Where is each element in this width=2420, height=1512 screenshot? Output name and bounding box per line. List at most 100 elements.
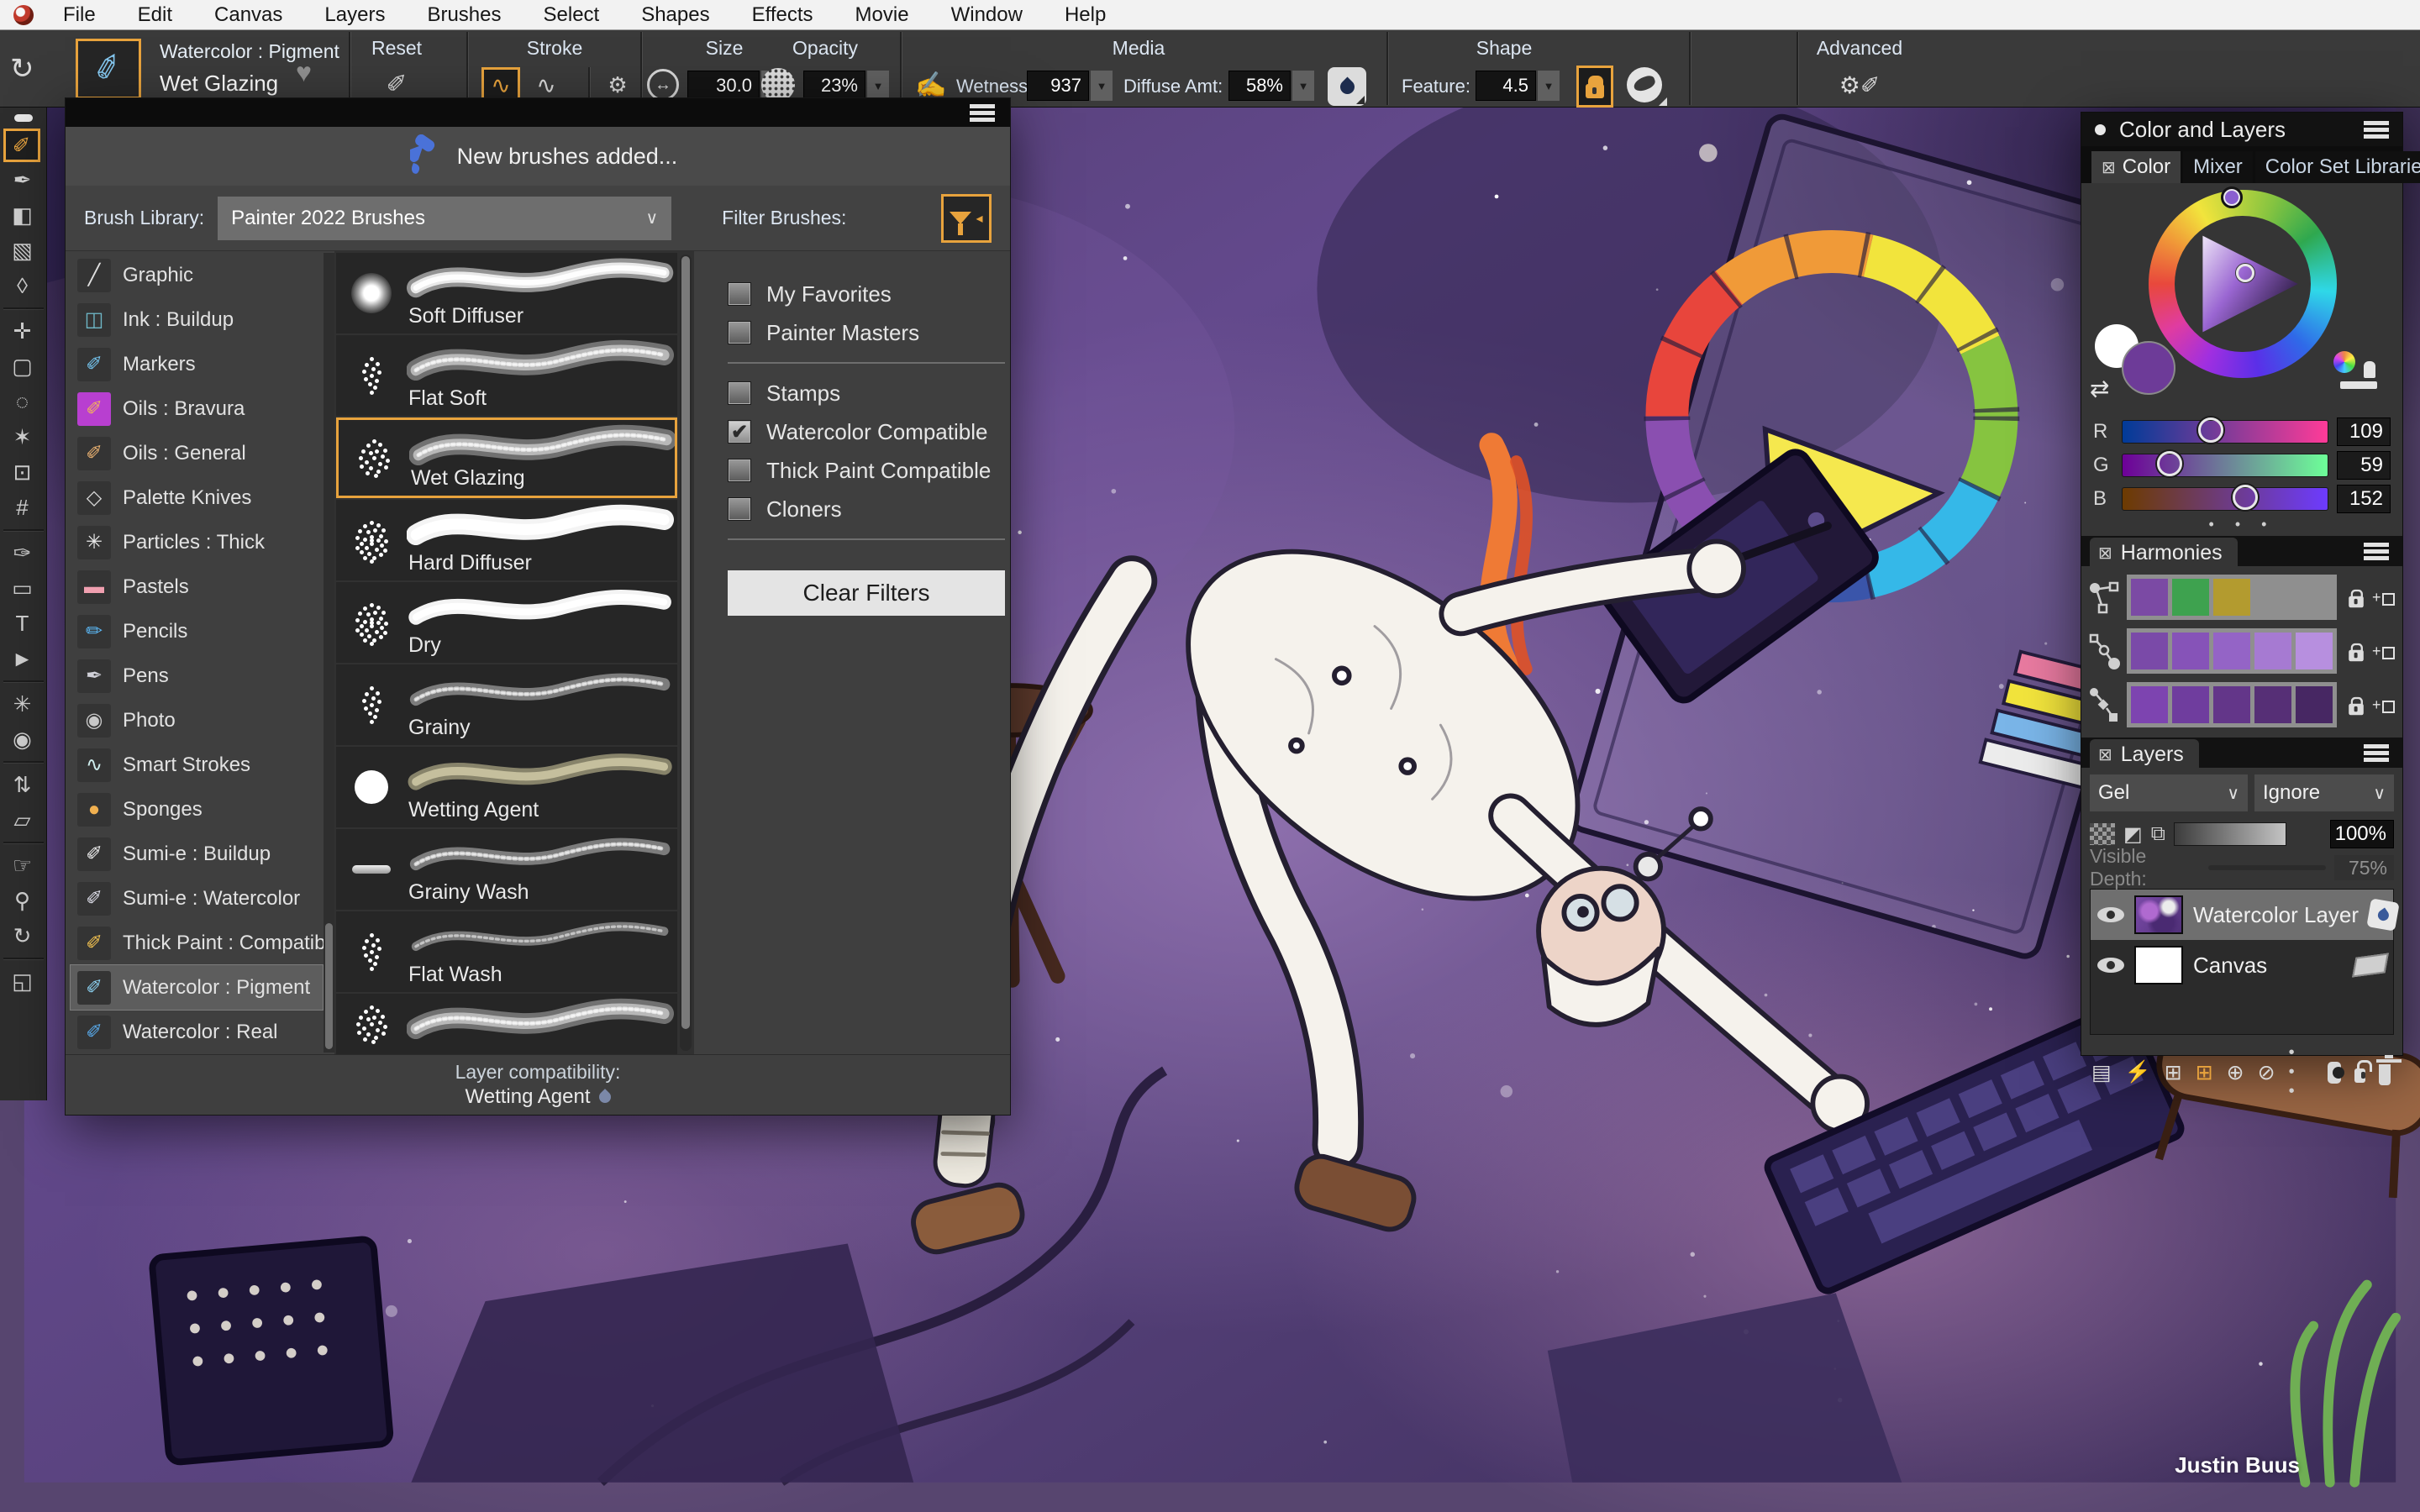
swatch[interactable] xyxy=(2131,579,2168,616)
tab-color[interactable]: ⊠Color xyxy=(2091,151,2181,183)
gradient-tool[interactable]: ▧ xyxy=(3,233,42,268)
layers-more-dots[interactable]: • • • xyxy=(2289,1043,2315,1101)
swatch[interactable] xyxy=(2296,686,2333,723)
menu-shapes[interactable]: Shapes xyxy=(620,1,730,29)
harmony-type-icon[interactable] xyxy=(2088,685,2120,724)
new-watercolor-layer-icon[interactable]: ⊞ xyxy=(2196,1060,2213,1085)
brush-library-select[interactable]: Painter 2022 Brushes∨ xyxy=(218,197,671,240)
swatch[interactable] xyxy=(2254,633,2291,669)
swatch[interactable] xyxy=(2131,633,2168,669)
eraser-tool[interactable]: ◊ xyxy=(3,268,42,303)
tab-mixer[interactable]: Mixer xyxy=(2183,151,2253,183)
harmony-lock-icon[interactable] xyxy=(2349,649,2364,661)
opacity-dropdown-icon[interactable]: ▼ xyxy=(867,71,889,101)
selection-adjuster-tool[interactable]: ⊡ xyxy=(3,454,42,490)
harmony-swatches[interactable] xyxy=(2127,682,2337,727)
swatch[interactable] xyxy=(2213,579,2250,616)
checkbox-icon[interactable] xyxy=(728,381,751,405)
diffuse-field[interactable]: 58% ▼ xyxy=(1228,71,1314,101)
circular-arrow-icon[interactable]: ↻ xyxy=(10,52,34,86)
category-oils-bravura[interactable]: ✐ Oils : Bravura xyxy=(71,386,323,431)
slider-track[interactable] xyxy=(2122,487,2328,511)
preserve-transparency-icon[interactable] xyxy=(2090,823,2115,845)
variant-grainy-wash[interactable]: Grainy Wash xyxy=(336,829,677,910)
perspective-guide-tool[interactable]: ▱ xyxy=(3,802,42,837)
lock-button[interactable] xyxy=(1576,66,1613,108)
pen-tool[interactable]: ✑ xyxy=(3,535,42,570)
feature-field[interactable]: 4.5 ▼ xyxy=(1476,71,1560,101)
menu-brushes[interactable]: Brushes xyxy=(406,1,522,29)
category-palette-knives[interactable]: ◇ Palette Knives xyxy=(71,475,323,520)
panel-menu-icon[interactable] xyxy=(2364,121,2389,139)
menu-movie[interactable]: Movie xyxy=(834,1,930,29)
category-ink-buildup[interactable]: ◫ Ink : Buildup xyxy=(71,297,323,342)
category-watercolor-real[interactable]: ✐ Watercolor : Real xyxy=(71,1010,323,1054)
feature-dropdown-icon[interactable]: ▼ xyxy=(1538,71,1560,101)
slider-knob[interactable] xyxy=(2233,485,2258,510)
category-watercolor-pigment[interactable]: ✐ Watercolor : Pigment xyxy=(71,965,323,1010)
swatch[interactable] xyxy=(2254,686,2291,723)
variant-soft-diffuser[interactable]: Soft Diffuser xyxy=(336,253,677,333)
add-harmony-icon[interactable]: + xyxy=(2372,589,2395,606)
filter-stamps[interactable]: Stamps xyxy=(728,374,1005,412)
harmony-type-icon[interactable] xyxy=(2088,578,2120,617)
checkbox-icon[interactable] xyxy=(728,497,751,521)
filter-thick-paint-compatible[interactable]: Thick Paint Compatible xyxy=(728,451,1005,490)
harmony-swatches[interactable] xyxy=(2127,628,2337,674)
advanced-brush-icon[interactable]: ⚙✐ xyxy=(1832,67,1887,102)
layer-adjuster-tool[interactable]: ✛ xyxy=(3,313,42,349)
category-graphic[interactable]: ╱ Graphic xyxy=(71,253,323,297)
grabber-hand-tool[interactable]: ☞ xyxy=(3,848,42,883)
category-photo[interactable]: ◉ Photo xyxy=(71,698,323,743)
swatch[interactable] xyxy=(2213,686,2250,723)
slider-knob[interactable] xyxy=(2198,417,2223,443)
mirror-painting-tool[interactable]: ⇅ xyxy=(3,767,42,802)
duplicate-layer-icon[interactable]: ⧉ xyxy=(2151,822,2165,846)
reset-brush-icon[interactable]: ✐ xyxy=(378,67,415,101)
variant-hard-diffuser[interactable]: Hard Diffuser xyxy=(336,500,677,580)
category-particles-thick[interactable]: ✳ Particles : Thick xyxy=(71,520,323,564)
menu-help[interactable]: Help xyxy=(1044,1,1127,29)
wetness-field[interactable]: 937 ▼ xyxy=(1027,71,1113,101)
filter-funnel-button[interactable]: ◂ xyxy=(941,194,992,243)
checkbox-icon[interactable]: ✔ xyxy=(728,420,751,444)
layer-opacity-value[interactable]: 100% xyxy=(2330,820,2394,848)
rect-select-tool[interactable]: ▢ xyxy=(3,349,42,384)
menu-layers[interactable]: Layers xyxy=(303,1,406,29)
category-sumi-e-buildup[interactable]: ✐ Sumi-e : Buildup xyxy=(71,832,323,876)
menu-select[interactable]: Select xyxy=(523,1,621,29)
variant-flat-wash[interactable]: Flat Wash xyxy=(336,911,677,992)
menu-effects[interactable]: Effects xyxy=(731,1,834,29)
clear-filters-button[interactable]: Clear Filters xyxy=(728,570,1005,616)
panel-menu-icon[interactable] xyxy=(970,104,995,122)
dropper-tool[interactable]: ✒ xyxy=(3,162,42,197)
category-pens[interactable]: ✒ Pens xyxy=(71,654,323,698)
crop-tool[interactable]: # xyxy=(3,490,42,525)
harmony-lock-icon[interactable] xyxy=(2349,596,2364,607)
dab-options-icon[interactable] xyxy=(1627,67,1662,102)
swap-colors-icon[interactable]: ⇄ xyxy=(2090,375,2109,402)
checkbox-icon[interactable] xyxy=(728,321,751,344)
screen-mode-tool[interactable]: ◱ xyxy=(3,963,42,999)
layer-row-watercolor-layer[interactable]: Watercolor Layer xyxy=(2091,890,2393,940)
swatch[interactable] xyxy=(2172,686,2209,723)
blend-mode-select[interactable]: Gel∨ xyxy=(2090,774,2248,811)
harmony-type-icon[interactable] xyxy=(2088,632,2120,670)
layers-menu-icon[interactable] xyxy=(2364,744,2389,762)
brush-tool[interactable]: ✐ xyxy=(3,129,40,162)
layer-visibility-eye-icon[interactable] xyxy=(2097,907,2124,922)
clone-source-tool[interactable]: ◉ xyxy=(3,722,42,757)
dynamic-plugins-icon[interactable]: ⚡ xyxy=(2125,1060,2151,1085)
filter-painter-masters[interactable]: Painter Masters xyxy=(728,313,1005,352)
hue-ring[interactable] xyxy=(2149,190,2337,378)
filter-my-favorites[interactable]: My Favorites xyxy=(728,275,1005,313)
swatch[interactable] xyxy=(2172,633,2209,669)
menu-file[interactable]: File xyxy=(42,1,117,29)
magic-wand-tool[interactable]: ✶ xyxy=(3,419,42,454)
swatch[interactable] xyxy=(2296,579,2333,616)
wetness-dropdown-icon[interactable]: ▼ xyxy=(1091,71,1113,101)
add-harmony-icon[interactable]: + xyxy=(2372,696,2395,714)
layer-visibility-eye-icon[interactable] xyxy=(2097,958,2124,973)
variant-scrollbar[interactable] xyxy=(680,255,692,1051)
swatch[interactable] xyxy=(2172,579,2209,616)
